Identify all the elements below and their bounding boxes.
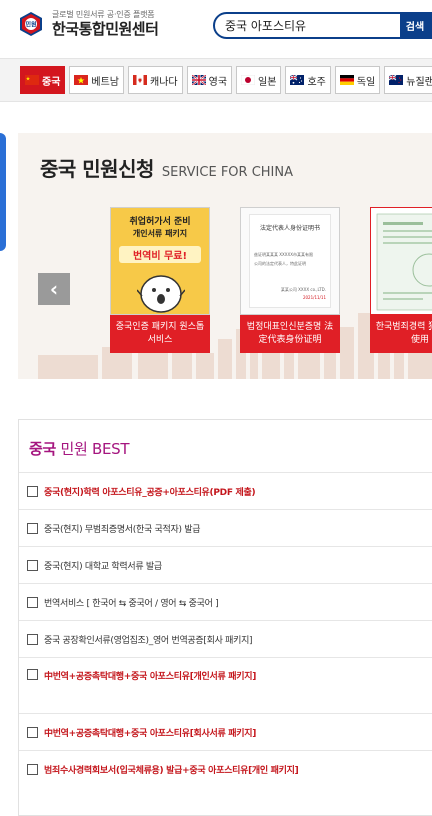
country-tab-label: 호주 [307, 76, 326, 88]
checkbox[interactable] [27, 726, 38, 738]
service-card[interactable]: 한국범죄경력 犯罪证书使用 [370, 207, 432, 353]
best-item-label: 中번역+공증촉탁대행+중국 아포스티유[회사서류 패키지] [44, 728, 257, 739]
card-image: 취업허가서 준비 개인서류 패키지 번역비 무료! [110, 207, 210, 315]
carousel-prev-button[interactable]: ‹ [38, 273, 70, 305]
country-tab-label: 뉴질랜드 [406, 76, 432, 88]
card-image-badge: 번역비 무료! [119, 246, 201, 263]
card-image: 法定代表人身份证明书 兹证明某某某 XXXXX市某某有限 公司的法定代表人，特此… [240, 207, 340, 315]
search-button[interactable]: 검색 [400, 14, 430, 37]
germany-flag-icon [339, 75, 354, 85]
best-list-item[interactable]: 중국(현지) 무범죄증명서(한국 국적자) 발급 [19, 509, 432, 546]
best-item-label: 중국(현지) 무범죄증명서(한국 국적자) 발급 [44, 524, 201, 535]
site-name: 한국통합민원센터 [52, 20, 159, 38]
document-date: 2021/11/11 [302, 295, 326, 300]
country-tab[interactable]: 일본 [236, 66, 282, 94]
service-card[interactable]: 法定代表人身份证明书 兹证明某某某 XXXXX市某某有限 公司的法定代表人，特此… [240, 207, 340, 353]
best-item-label: 중국(현지)학력 아포스티유_공증+아포스티유(PDF 제출) [44, 487, 256, 498]
best-list-item[interactable]: 범죄수사경력회보서(입국체류용) 발급+중국 아포스티유[개인 패키지] [19, 750, 432, 787]
search-box: 검색 [213, 12, 432, 39]
country-nav: 중국 베트남 캐나다 영국 일본 호주 독일 뉴질랜드 [0, 58, 432, 102]
china-flag-icon [25, 75, 39, 85]
service-hero: 중국 민원신청 SERVICE FOR CHINA ‹ 취업허가서 준비 개인서… [18, 133, 432, 379]
country-tab-label: 중국 [42, 76, 61, 88]
country-tab[interactable]: 베트남 [69, 66, 125, 94]
checkbox[interactable] [27, 485, 38, 497]
country-tab[interactable]: 캐나다 [128, 66, 183, 94]
best-item-label: 범죄수사경력회보서(입국체류용) 발급+중국 아포스티유[개인 패키지] [44, 765, 299, 776]
card-image [370, 207, 432, 315]
country-tab-label: 베트남 [91, 76, 120, 88]
country-tab[interactable]: 중국 [20, 66, 66, 94]
document-sign: 某某公司 XXXX co.,LTD. [280, 287, 326, 292]
logo-tagline: 글로벌 민원서류 공·인증 플랫폼 [52, 10, 155, 19]
country-tab[interactable]: 호주 [285, 66, 331, 94]
country-tab-list: 중국 베트남 캐나다 영국 일본 호주 독일 뉴질랜드 [20, 66, 432, 94]
best-list-item[interactable]: 中번역+공증촉탁대행+중국 아포스티유[개인서류 패키지] [19, 657, 432, 713]
canada-flag-icon [133, 75, 148, 85]
best-list: 중국(현지)학력 아포스티유_공증+아포스티유(PDF 제출) 중국(현지) 무범… [19, 472, 432, 787]
hero-title-ko: 중국 민원신청 [40, 157, 154, 181]
japan-flag-icon [240, 74, 256, 86]
best-item-label: 中번역+공증촉탁대행+중국 아포스티유[개인서류 패키지] [44, 672, 257, 682]
best-list-item[interactable]: 중국(현지)학력 아포스티유_공증+아포스티유(PDF 제출) [19, 472, 432, 509]
card-image-line1: 취업허가서 준비 [129, 217, 191, 227]
checkbox[interactable] [27, 522, 38, 534]
best-title-country: 중국 [29, 440, 57, 458]
logo-emblem-icon: 민원 [18, 11, 44, 37]
country-tab[interactable]: 영국 [186, 66, 233, 94]
site-header: 민원 글로벌 민원서류 공·인증 플랫폼 한국통합민원센터 검색 [0, 0, 432, 54]
card-caption: 법정대표인신분증명 法定代表身份证明 [240, 315, 340, 353]
newzealand-flag-icon [388, 74, 404, 85]
best-section: 중국 민원 BEST 중국(현지)학력 아포스티유_공증+아포스티유(PDF 제… [18, 419, 432, 816]
australia-flag-icon [290, 74, 305, 85]
best-item-label: 중국 공장확인서류(영업집조)_영어 번역공증[회사 패키지] [44, 635, 253, 646]
best-list-item[interactable]: 중국 공장확인서류(영업집조)_영어 번역공증[회사 패키지] [19, 620, 432, 657]
best-item-label: 번역서비스 [ 한국어 ⇆ 중국어 / 영어 ⇆ 중국어 ] [44, 598, 219, 609]
card-image-line2: 개인서류 패키지 [132, 229, 188, 238]
search-input[interactable] [215, 14, 430, 37]
checkbox[interactable] [27, 596, 38, 608]
checkbox[interactable] [27, 633, 38, 645]
card-caption: 한국범죄경력 犯罪证书使用 [370, 315, 432, 353]
country-tab-label: 영국 [208, 76, 228, 88]
country-tab[interactable]: 독일 [334, 66, 381, 94]
checkbox[interactable] [27, 763, 38, 775]
hero-title-en: SERVICE FOR CHINA [161, 165, 293, 180]
uk-flag-icon [191, 74, 207, 86]
logo-badge: 민원 [25, 21, 36, 29]
best-list-item[interactable]: 中번역+공증촉탁대행+중국 아포스티유[회사서류 패키지] [19, 713, 432, 750]
checkbox[interactable] [27, 559, 38, 571]
document-line: 兹证明某某某 XXXXX市某某有限 [254, 252, 313, 257]
best-title-rest: 민원 BEST [56, 440, 130, 458]
site-logo[interactable]: 민원 글로벌 민원서류 공·인증 플랫폼 한국통합민원센터 [18, 10, 159, 38]
country-tab[interactable]: 뉴질랜드 [384, 66, 432, 94]
service-card[interactable]: 취업허가서 준비 개인서류 패키지 번역비 무료! 중국인증 패키지 원스톱서비… [110, 207, 210, 353]
country-tab-label: 일본 [258, 76, 277, 88]
country-tab-label: 독일 [356, 76, 376, 88]
card-caption: 중국인증 패키지 원스톱서비스 [110, 315, 210, 353]
document-title: 法定代表人身份证明书 [259, 225, 320, 232]
side-tab-handle[interactable] [0, 133, 6, 251]
document-line: 公司的法定代表人，特此证明 [254, 261, 306, 266]
best-title: 중국 민원 BEST [29, 438, 130, 459]
hero-title: 중국 민원신청 SERVICE FOR CHINA [40, 153, 293, 182]
mascot-icon [137, 275, 185, 313]
service-carousel: 취업허가서 준비 개인서류 패키지 번역비 무료! 중국인증 패키지 원스톱서비… [110, 207, 432, 353]
country-tab-label: 캐나다 [150, 76, 178, 88]
best-list-item[interactable]: 중국(현지) 대학교 학력서류 발급 [19, 546, 432, 583]
certificate-image [376, 213, 432, 311]
best-list-item[interactable]: 번역서비스 [ 한국어 ⇆ 중국어 / 영어 ⇆ 중국어 ] [19, 583, 432, 620]
vietnam-flag-icon [74, 75, 89, 85]
checkbox[interactable] [27, 669, 38, 680]
best-item-label: 중국(현지) 대학교 학력서류 발급 [44, 561, 162, 572]
